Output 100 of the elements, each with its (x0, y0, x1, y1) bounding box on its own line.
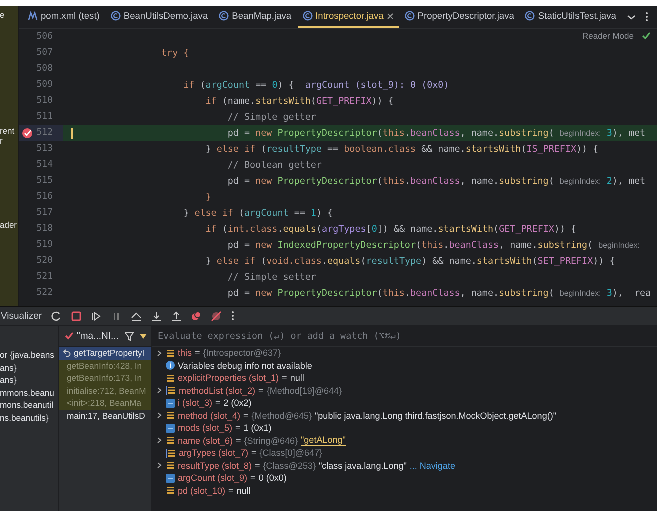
line-number: 515 (36, 176, 53, 186)
field-icon (166, 436, 175, 446)
equals-sign: = (282, 373, 288, 384)
editor-tab[interactable]: PropertyDescriptor.java (400, 6, 520, 28)
breakpoints-icon[interactable] (191, 310, 202, 322)
code-line: if (int.class.equals(argTypes[0]) && name.startsWith(GET_PREFIX)) { (204, 224, 577, 234)
line-number: 522 (36, 288, 53, 298)
line-number: 508 (36, 64, 53, 74)
line-number: 517 (36, 208, 53, 218)
code-line: } else if (resultType == boolean.class && name.startsWith(IS_PREFIX)) { (204, 144, 599, 154)
variable-name: argCount (slot_9) (178, 473, 248, 484)
resume-icon[interactable] (91, 310, 102, 322)
equals-sign: = (258, 386, 264, 396)
list-icon (166, 386, 176, 396)
variable-name: method (slot_4) (178, 410, 241, 421)
code-line: // Simple getter (226, 112, 316, 122)
code-line: if (argCount == 0) { argCount (slot_9): 0 (0x0) (182, 80, 450, 90)
string-value: "getALong" (300, 435, 346, 446)
variable-value: 2 (0x2) (224, 398, 252, 408)
mute-breakpoints-icon[interactable] (211, 310, 222, 322)
variable-name: explicitProperties (slot_1) (178, 373, 280, 384)
field-icon (166, 486, 175, 496)
equals-sign: = (236, 436, 242, 446)
thread-name: "ma...NI... (77, 330, 119, 342)
thread-selector[interactable]: "ma...NI... (65, 330, 119, 342)
return-arrow-icon (63, 349, 71, 358)
stop-icon[interactable] (71, 310, 82, 322)
step-out-icon[interactable] (171, 310, 182, 322)
info-message: Variables debug info not available (178, 360, 312, 371)
variable-value: 1 (0x1) (244, 423, 272, 434)
tree-item[interactable]: ans} (0, 375, 58, 386)
editor-tab[interactable]: StaticUtilsTest.java (520, 6, 622, 28)
line-number: 519 (36, 240, 53, 250)
code-line: // Simple setter (226, 272, 316, 282)
variable-name: name (slot_6) (178, 436, 234, 446)
equals-sign: = (252, 448, 257, 458)
line-number: 511 (36, 112, 53, 122)
check-icon (642, 32, 651, 40)
close-icon[interactable] (386, 12, 394, 20)
line-number: 510 (36, 96, 53, 106)
step-over-icon[interactable] (131, 310, 142, 322)
editor-tab[interactable]: BeanUtilsDemo.java (106, 6, 214, 28)
line-number: 507 (36, 48, 53, 58)
equals-sign: = (250, 473, 256, 484)
variable-value: null (236, 486, 251, 496)
stack-frame[interactable]: getTargetPropertyI (59, 347, 151, 360)
project-tree-item: r (0, 136, 3, 146)
variable-name: resultType (slot_8) (178, 460, 252, 471)
line-number: 514 (36, 160, 53, 170)
dropdown-icon[interactable] (140, 334, 147, 338)
stack-frame[interactable]: main:17, BeanUtilsD (59, 410, 151, 422)
line-number: 516 (36, 192, 53, 202)
filter-icon[interactable] (124, 332, 134, 340)
variable-name: methodList (slot_2) (179, 386, 256, 396)
tree-item[interactable]: ns.beanutils} (0, 412, 58, 423)
line-number: 518 (36, 224, 53, 234)
tree-item[interactable]: mmons.beanu (0, 388, 58, 398)
breakpoint-icon[interactable] (22, 128, 33, 138)
equals-sign: = (244, 410, 249, 421)
equals-sign: = (216, 398, 221, 408)
variable-value: {String@646} (244, 436, 298, 446)
field-icon (166, 461, 175, 470)
variable-name: argTypes (slot_7) (179, 448, 249, 458)
variable-name: mods (slot_5) (178, 423, 233, 434)
variable-value: null (290, 373, 304, 384)
rerun-icon[interactable] (51, 310, 62, 322)
field-icon (166, 374, 175, 383)
panel-title: Visualizer (0, 310, 42, 322)
equals-sign: = (255, 460, 260, 471)
more-icon[interactable] (645, 12, 649, 22)
editor-tab[interactable]: Introspector.java (298, 6, 399, 28)
variable-value: {Class@253} (263, 460, 316, 471)
line-number: 513 (36, 144, 53, 154)
line-number: 506 (36, 32, 53, 42)
list-icon (166, 448, 176, 458)
check-icon (65, 332, 74, 340)
code-line: pd = new IndexedPropertyDescriptor(this.beanClass, name.substring( beginIndex: (226, 240, 640, 250)
code-line: // Boolean getter (226, 160, 322, 170)
editor-tab[interactable]: pom.xml (test) (23, 6, 105, 28)
step-into-icon[interactable] (151, 310, 162, 322)
primitive-icon (166, 398, 175, 408)
line-number: 520 (36, 256, 53, 266)
editor-tab[interactable]: BeanMap.java (214, 6, 297, 28)
reader-mode-link[interactable]: Reader Mode (582, 31, 634, 41)
equals-sign: = (195, 348, 200, 358)
tree-item[interactable]: or {java.beans (0, 350, 58, 360)
line-number: 509 (36, 80, 53, 90)
chevron-down-icon[interactable] (627, 12, 636, 22)
string-value: "class java.lang.Long" (318, 460, 407, 471)
tree-item[interactable]: ans} (0, 362, 58, 373)
navigate-link[interactable]: ... Navigate (410, 460, 456, 471)
info-icon (166, 361, 175, 370)
tree-item[interactable]: mons.beanutil (0, 400, 58, 410)
code-line: pd = new PropertyDescriptor(this.beanClass, name.substring( beginIndex: 3), rea (226, 288, 652, 298)
more-icon[interactable] (231, 311, 236, 321)
variable-value: 0 (0x0) (258, 473, 287, 484)
code-line: } else if (argCount == 1) { (182, 208, 334, 218)
variable-name: pd (slot_10) (178, 486, 226, 496)
code-line: pd = new PropertyDescriptor(this.beanClass, name.substring( beginIndex: 3), met (71, 128, 646, 138)
project-tree-item: e (0, 10, 5, 20)
